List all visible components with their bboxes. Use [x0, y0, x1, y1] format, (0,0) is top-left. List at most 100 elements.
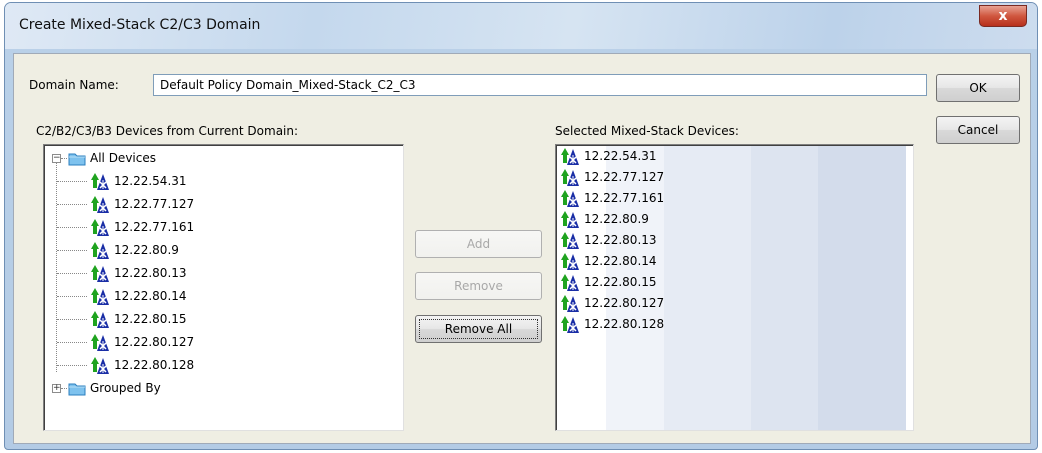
expand-toggle-icon[interactable]: +: [52, 384, 61, 393]
device-tree[interactable]: − All Devices 12.22.54.31 12.22.77.127 12.22…: [43, 144, 404, 431]
folder-icon: [68, 381, 86, 395]
domain-name-label: Domain Name:: [29, 78, 119, 92]
tree-device-item[interactable]: 12.22.80.14: [44, 285, 384, 308]
device-ip-label: 12.22.80.15: [584, 275, 657, 289]
tree-device-item[interactable]: 12.22.80.127: [44, 331, 384, 354]
device-ip-label: 12.22.77.127: [584, 170, 665, 184]
close-button[interactable]: x: [979, 5, 1027, 27]
device-ip-label: 12.22.80.128: [114, 358, 195, 372]
selected-devices-label: Selected Mixed-Stack Devices:: [555, 124, 739, 138]
device-ip-label: 12.22.80.14: [114, 289, 187, 303]
switch-stack-icon-glyph: [560, 209, 580, 229]
tree-device-item[interactable]: 12.22.80.13: [44, 262, 384, 285]
list-item[interactable]: 12.22.80.13: [556, 230, 896, 251]
tree-node-all-devices[interactable]: − All Devices: [44, 147, 384, 170]
switch-stack-icon-glyph: [90, 240, 110, 260]
ok-button[interactable]: OK: [936, 74, 1020, 102]
switch-stack-icon-glyph: [560, 146, 580, 166]
list-item[interactable]: 12.22.80.14: [556, 251, 896, 272]
selected-devices-list[interactable]: 12.22.54.31 12.22.77.127 12.22.77.161 12.22…: [555, 144, 914, 431]
switch-stack-icon-glyph: [90, 355, 110, 375]
device-ip-label: 12.22.80.128: [584, 317, 665, 331]
switch-stack-icon-glyph: [560, 293, 580, 313]
switch-stack-icon: [560, 272, 580, 292]
collapse-toggle-icon[interactable]: −: [52, 154, 61, 163]
tree-connector: [57, 342, 87, 343]
domain-name-field[interactable]: Default Policy Domain_Mixed-Stack_C2_C3: [153, 74, 927, 96]
device-ip-label: 12.22.80.9: [584, 212, 649, 226]
switch-stack-icon: [560, 146, 580, 166]
tree-connector: [57, 227, 87, 228]
device-ip-label: 12.22.80.14: [584, 254, 657, 268]
device-ip-label: 12.22.80.127: [114, 335, 195, 349]
switch-stack-icon: [90, 286, 110, 306]
switch-stack-icon-glyph: [90, 217, 110, 237]
list-item[interactable]: 12.22.54.31: [556, 146, 896, 167]
device-ip-label: 12.22.54.31: [584, 149, 657, 163]
list-item[interactable]: 12.22.77.127: [556, 167, 896, 188]
switch-stack-icon: [90, 263, 110, 283]
device-ip-label: 12.22.80.13: [584, 233, 657, 247]
source-devices-label: C2/B2/C3/B3 Devices from Current Domain:: [36, 124, 299, 138]
remove-button[interactable]: Remove: [415, 272, 542, 300]
tree-device-item[interactable]: 12.22.77.127: [44, 193, 384, 216]
list-item[interactable]: 12.22.77.161: [556, 188, 896, 209]
device-ip-label: 12.22.77.127: [114, 197, 195, 211]
switch-stack-icon-glyph: [90, 171, 110, 191]
tree-connector: [57, 365, 87, 366]
title-bar: Create Mixed-Stack C2/C3 Domain x: [5, 3, 1037, 49]
remove-all-button[interactable]: Remove All: [415, 315, 542, 343]
list-item[interactable]: 12.22.80.128: [556, 314, 896, 335]
dialog-window: Create Mixed-Stack C2/C3 Domain x Domain…: [4, 2, 1038, 450]
folder-icon-glyph: [68, 382, 86, 396]
tree-connector: [57, 319, 87, 320]
tree-device-item[interactable]: 12.22.80.15: [44, 308, 384, 331]
tree-device-item[interactable]: 12.22.77.161: [44, 216, 384, 239]
switch-stack-icon-glyph: [90, 263, 110, 283]
switch-stack-icon: [560, 167, 580, 187]
switch-stack-icon: [560, 251, 580, 271]
switch-stack-icon: [90, 171, 110, 191]
tree-connector: [57, 181, 87, 182]
device-ip-label: 12.22.80.127: [584, 296, 665, 310]
list-item[interactable]: 12.22.80.15: [556, 272, 896, 293]
device-ip-label: 12.22.80.9: [114, 243, 179, 257]
switch-stack-icon-glyph: [90, 286, 110, 306]
tree-node-label: Grouped By: [90, 381, 161, 395]
cancel-button[interactable]: Cancel: [936, 116, 1020, 144]
switch-stack-icon: [560, 314, 580, 334]
tree-connector: [57, 204, 87, 205]
switch-stack-icon: [90, 332, 110, 352]
tree-device-item[interactable]: 12.22.54.31: [44, 170, 384, 193]
window-title: Create Mixed-Stack C2/C3 Domain: [19, 17, 261, 33]
folder-icon: [68, 151, 86, 165]
device-ip-label: 12.22.77.161: [114, 220, 195, 234]
switch-stack-icon: [90, 217, 110, 237]
tree-node-grouped-by[interactable]: + Grouped By: [44, 377, 384, 400]
list-item[interactable]: 12.22.80.9: [556, 209, 896, 230]
switch-stack-icon: [90, 309, 110, 329]
switch-stack-icon-glyph: [90, 194, 110, 214]
tree-device-item[interactable]: 12.22.80.9: [44, 239, 384, 262]
device-ip-label: 12.22.54.31: [114, 174, 187, 188]
device-ip-label: 12.22.80.15: [114, 312, 187, 326]
tree-connector: [57, 250, 87, 251]
switch-stack-icon-glyph: [90, 332, 110, 352]
switch-stack-icon-glyph: [560, 188, 580, 208]
remove-all-label: Remove All: [419, 319, 538, 339]
add-button[interactable]: Add: [415, 230, 542, 258]
list-item[interactable]: 12.22.80.127: [556, 293, 896, 314]
device-ip-label: 12.22.80.13: [114, 266, 187, 280]
switch-stack-icon: [90, 194, 110, 214]
tree-device-item[interactable]: 12.22.80.128: [44, 354, 384, 377]
switch-stack-icon-glyph: [560, 167, 580, 187]
tree-connector: [61, 158, 67, 159]
device-ip-label: 12.22.77.161: [584, 191, 665, 205]
folder-icon-glyph: [68, 152, 86, 166]
switch-stack-icon: [560, 293, 580, 313]
switch-stack-icon: [560, 209, 580, 229]
switch-stack-icon-glyph: [560, 314, 580, 334]
switch-stack-icon: [560, 188, 580, 208]
tree-connector: [61, 388, 67, 389]
switch-stack-icon-glyph: [90, 309, 110, 329]
